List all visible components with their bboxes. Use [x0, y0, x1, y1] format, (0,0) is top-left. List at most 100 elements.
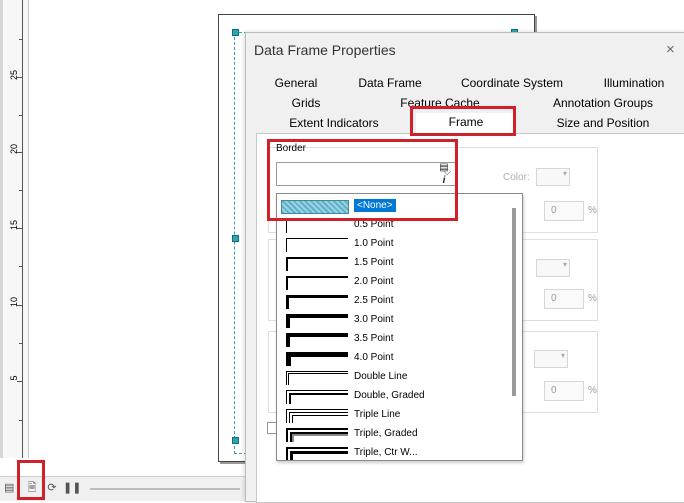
- ruler-tick: [17, 228, 22, 229]
- border-swatch: [286, 276, 348, 290]
- border-group-title: Border: [276, 143, 307, 154]
- dropdown-item[interactable]: 1.0 Point: [277, 235, 509, 254]
- tab-grids[interactable]: Grids: [254, 94, 358, 113]
- border-swatch: [286, 314, 348, 328]
- dropdown-item-label: 1.5 Point: [354, 257, 394, 268]
- dropdown-item[interactable]: 3.0 Point: [277, 311, 509, 330]
- dropdown-item[interactable]: 2.5 Point: [277, 292, 509, 311]
- ruler-label: 20: [9, 144, 19, 155]
- ruler-baseline: [22, 0, 23, 458]
- dropdown-item-label: Double Line: [354, 371, 408, 382]
- tab-size-and-position[interactable]: Size and Position: [522, 114, 684, 133]
- dropdown-item[interactable]: 1.5 Point: [277, 254, 509, 273]
- border-swatch: [286, 238, 348, 252]
- layout-view-icon[interactable]: 🗎: [26, 482, 38, 494]
- border-swatch: [286, 333, 348, 347]
- dropdown-item-label: 3.5 Point: [354, 333, 394, 344]
- dropdown-item-label: 3.0 Point: [354, 314, 394, 325]
- ruler-tick: [19, 190, 22, 191]
- ruler-label: 25: [9, 70, 19, 81]
- ruler-tick: [17, 77, 22, 78]
- border-style-dropdown: <None> 0.5 Point 1.0 Point 1.5 Point 2.0…: [276, 193, 523, 461]
- ruler-label: 10: [9, 297, 19, 308]
- border-gap-unit: %: [588, 205, 597, 216]
- border-style-combo[interactable]: ⌵: [276, 162, 456, 186]
- ruler-label: 15: [9, 220, 19, 231]
- dropdown-item[interactable]: 0.5 Point: [277, 216, 509, 235]
- dropdown-item-label: Triple, Graded: [354, 428, 418, 439]
- border-style-selector-button[interactable]: ▤ i: [432, 161, 456, 189]
- horizontal-scrollbar[interactable]: [90, 488, 240, 490]
- border-swatch: [281, 200, 349, 214]
- close-icon[interactable]: ×: [666, 41, 675, 58]
- dropdown-item-label: 2.5 Point: [354, 295, 394, 306]
- refresh-icon[interactable]: ⟳: [46, 482, 58, 494]
- ruler-tick: [19, 115, 22, 116]
- tab-strip: General Data Frame Coordinate System Ill…: [254, 74, 684, 136]
- tab-coordinate-system[interactable]: Coordinate System: [442, 74, 582, 93]
- resize-handle[interactable]: [232, 437, 239, 444]
- dropdown-item-label: 2.0 Point: [354, 276, 394, 287]
- border-swatch: [286, 257, 348, 271]
- background-gap-spinner[interactable]: 0: [544, 289, 584, 309]
- border-swatch: [286, 352, 348, 366]
- pause-icon[interactable]: ❚❚: [63, 482, 81, 494]
- tab-annotation-groups[interactable]: Annotation Groups: [522, 94, 684, 113]
- ruler-tick: [17, 305, 22, 306]
- dropdown-item-label: <None>: [354, 199, 396, 212]
- drop-shadow-color-picker[interactable]: ▾: [534, 350, 568, 368]
- dropdown-item[interactable]: Triple Line: [277, 406, 509, 425]
- dropdown-item[interactable]: Double Line: [277, 368, 509, 387]
- border-color-label: Color:: [503, 172, 530, 183]
- scrollbar-thumb[interactable]: [512, 208, 516, 396]
- border-gap-spinner[interactable]: 0: [544, 201, 584, 221]
- ruler-tick: [17, 381, 22, 382]
- resize-handle[interactable]: [232, 235, 239, 242]
- border-swatch: [286, 219, 348, 233]
- dropdown-item-label: Triple Line: [354, 409, 401, 420]
- vertical-ruler: 25 20 15 10 5: [0, 0, 29, 458]
- dropdown-item-label: 0.5 Point: [354, 219, 394, 230]
- background-gap-unit: %: [588, 293, 597, 304]
- tab-extent-indicators[interactable]: Extent Indicators: [254, 114, 414, 133]
- border-color-picker[interactable]: ▾: [536, 168, 570, 186]
- drop-shadow-gap-unit: %: [588, 385, 597, 396]
- border-swatch: [286, 390, 348, 404]
- symbol-list-icon: ▤: [439, 162, 449, 173]
- dropdown-item[interactable]: Triple, Graded: [277, 425, 509, 444]
- ruler-tick: [19, 39, 22, 40]
- ruler-tick: [19, 266, 22, 267]
- dialog-title: Data Frame Properties: [254, 42, 396, 58]
- border-swatch: [286, 295, 348, 309]
- tab-illumination[interactable]: Illumination: [584, 74, 684, 93]
- dropdown-item-none[interactable]: <None>: [277, 197, 509, 216]
- border-swatch: [286, 447, 348, 460]
- border-swatch: [286, 428, 348, 442]
- background-color-picker[interactable]: ▾: [536, 259, 570, 277]
- border-swatch: [286, 409, 348, 423]
- tab-frame[interactable]: Frame: [416, 113, 516, 135]
- dropdown-item[interactable]: 3.5 Point: [277, 330, 509, 349]
- border-swatch: [286, 371, 348, 385]
- tab-general[interactable]: General: [254, 74, 338, 93]
- tab-feature-cache[interactable]: Feature Cache: [360, 94, 520, 113]
- dropdown-item-label: 1.0 Point: [354, 238, 394, 249]
- data-view-icon[interactable]: ▤: [4, 482, 14, 494]
- resize-handle[interactable]: [232, 29, 239, 36]
- info-icon: i: [442, 175, 446, 186]
- ruler-tick: [17, 152, 22, 153]
- dropdown-item-label: Double, Graded: [354, 390, 425, 401]
- dropdown-item[interactable]: 2.0 Point: [277, 273, 509, 292]
- dropdown-item[interactable]: 4.0 Point: [277, 349, 509, 368]
- ruler-tick: [19, 343, 22, 344]
- dropdown-item-label: 4.0 Point: [354, 352, 394, 363]
- ruler-label: 5: [9, 375, 19, 381]
- drop-shadow-gap-spinner[interactable]: 0: [544, 381, 584, 401]
- dropdown-scrollbar[interactable]: [509, 194, 521, 460]
- tab-data-frame[interactable]: Data Frame: [340, 74, 440, 93]
- dropdown-item[interactable]: Triple, Ctr W...: [277, 444, 509, 460]
- ruler-edge: [0, 0, 3, 458]
- ruler-tick: [19, 420, 22, 421]
- dropdown-item[interactable]: Double, Graded: [277, 387, 509, 406]
- dropdown-item-label: Triple, Ctr W...: [354, 447, 418, 458]
